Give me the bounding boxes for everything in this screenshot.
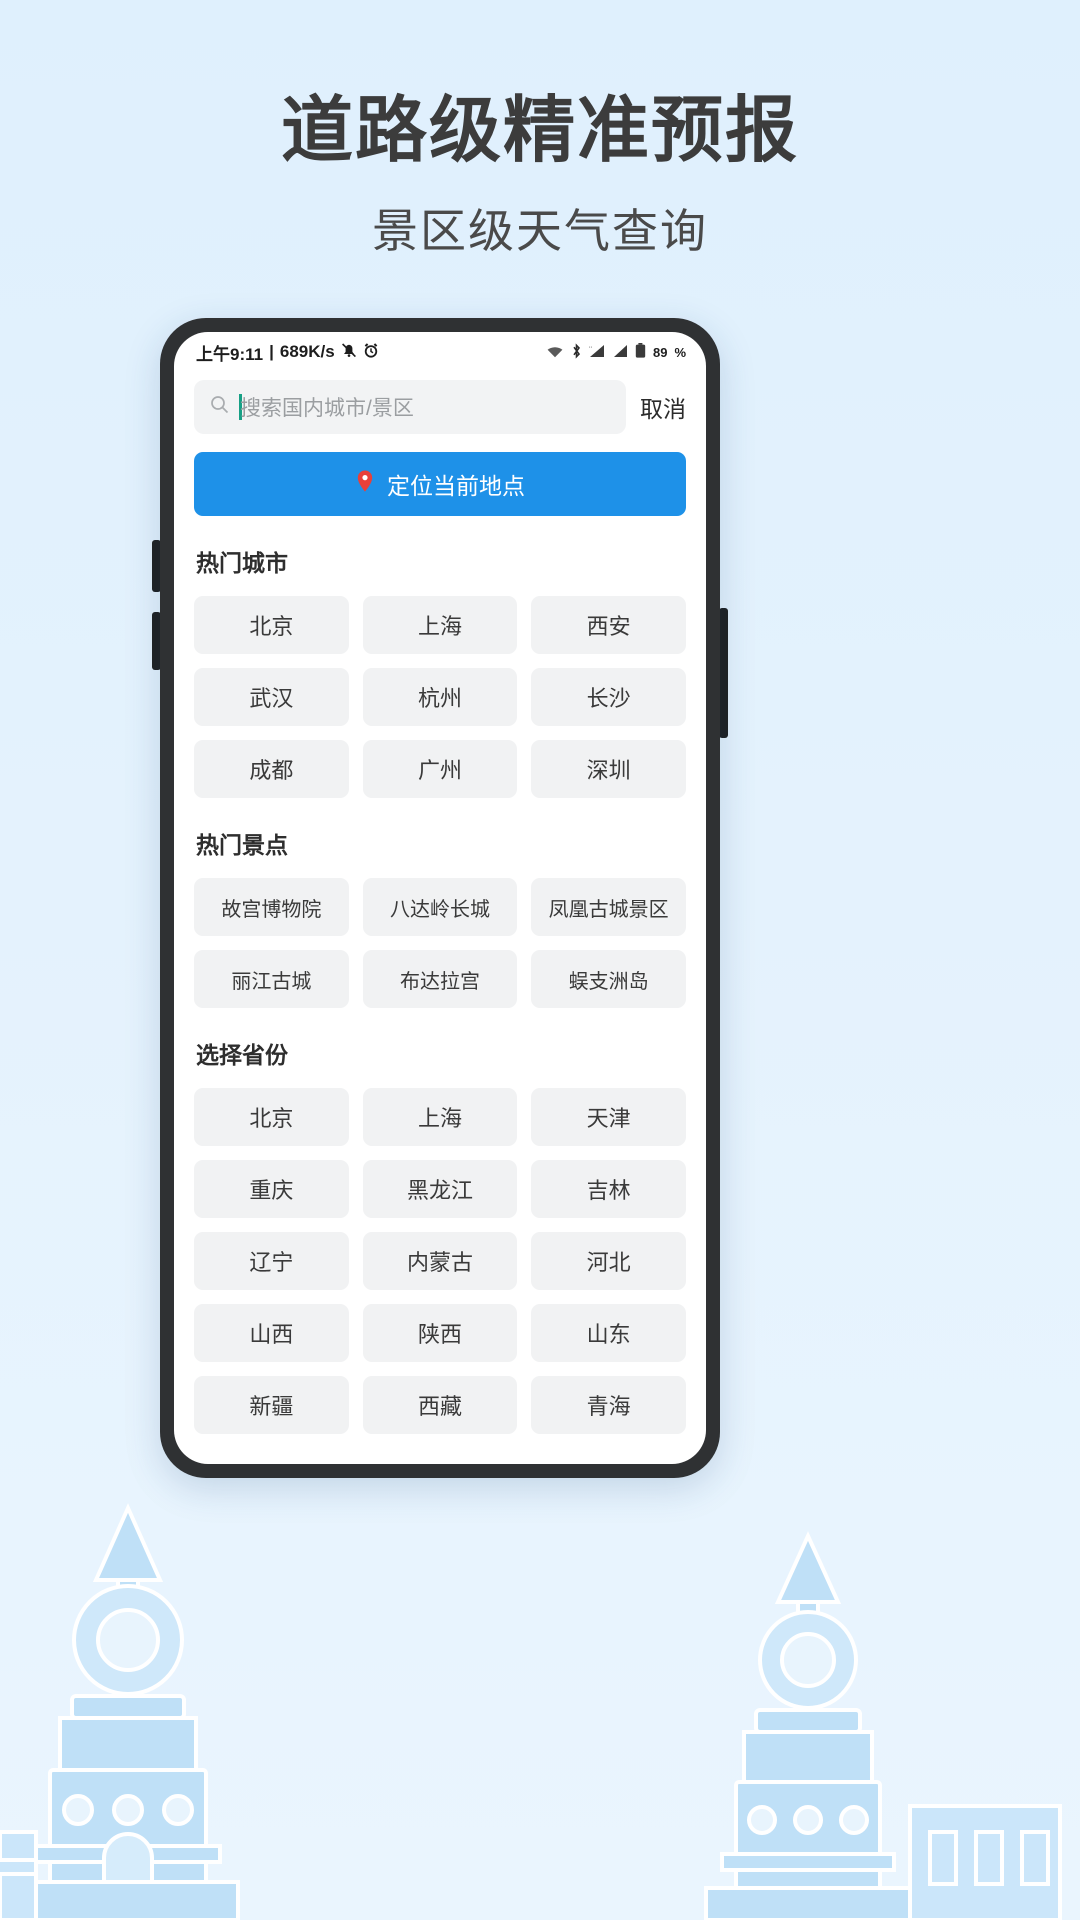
mute-bell-icon — [341, 342, 357, 362]
chip-province[interactable]: 黑龙江 — [362, 1160, 518, 1218]
section-hot-attractions: 热门景点 故宫博物院 八达岭长城 凤凰古城景区 丽江古城 布达拉宫 蜈支洲岛 — [174, 826, 706, 1008]
locate-current-location-button[interactable]: 定位当前地点 — [194, 452, 686, 516]
chip-province[interactable]: 天津 — [531, 1088, 686, 1146]
status-bar-right: ·· 89 % — [546, 342, 686, 362]
chip-city[interactable]: 广州 — [362, 740, 518, 798]
battery-icon — [635, 343, 646, 361]
chip-city[interactable]: 深圳 — [531, 740, 686, 798]
bluetooth-icon — [571, 342, 582, 362]
chip-city[interactable]: 成都 — [194, 740, 349, 798]
chip-province[interactable]: 山东 — [531, 1304, 686, 1362]
alarm-clock-icon — [363, 342, 379, 362]
chip-city[interactable]: 杭州 — [362, 668, 518, 726]
wifi-icon — [546, 344, 564, 361]
chip-city[interactable]: 武汉 — [194, 668, 349, 726]
page-subtitle: 景区级天气查询 — [372, 204, 708, 257]
location-pin-icon — [355, 469, 375, 499]
chip-province[interactable]: 北京 — [194, 1088, 349, 1146]
search-input[interactable]: 搜索国内城市/景区 — [194, 380, 626, 434]
chip-province[interactable]: 新疆 — [194, 1376, 349, 1434]
chip-province[interactable]: 河北 — [531, 1232, 686, 1290]
phone-power-button[interactable] — [719, 608, 728, 738]
battery-percent: 89 — [652, 344, 668, 360]
chip-province[interactable]: 陕西 — [362, 1304, 518, 1362]
chip-province[interactable]: 西藏 — [362, 1376, 518, 1434]
section-title-hot-cities: 热门城市 — [196, 550, 288, 576]
content-scroll-area[interactable]: 定位当前地点 热门城市 北京 上海 西安 武汉 杭州 长沙 成都 广州 深圳 热… — [174, 448, 706, 1464]
chip-province[interactable]: 山西 — [194, 1304, 349, 1362]
chip-city[interactable]: 上海 — [362, 596, 518, 654]
phone-screen: 上午9:11 | 689K/s ·· 89 % 搜索国内城市/景区 取消 定位当… — [174, 332, 706, 1464]
search-placeholder: 搜索国内城市/景区 — [240, 397, 414, 420]
chip-province[interactable]: 上海 — [362, 1088, 518, 1146]
chip-attraction[interactable]: 丽江古城 — [194, 950, 349, 1008]
chip-province[interactable]: 吉林 — [531, 1160, 686, 1218]
phone-frame: 上午9:11 | 689K/s ·· 89 % 搜索国内城市/景区 取消 定位当… — [160, 318, 720, 1478]
chip-attraction[interactable]: 布达拉宫 — [362, 950, 518, 1008]
status-separator: | — [269, 342, 274, 361]
signal-bars-icon-2 — [613, 344, 628, 361]
search-icon — [210, 395, 229, 419]
search-placeholder-wrap: 搜索国内城市/景区 — [239, 392, 414, 422]
section-select-province: 选择省份 北京 上海 天津 重庆 黑龙江 吉林 辽宁 内蒙古 河北 山西 陕西 … — [174, 1036, 706, 1434]
chip-city[interactable]: 北京 — [194, 596, 349, 654]
chip-attraction[interactable]: 凤凰古城景区 — [531, 878, 686, 936]
locate-button-label: 定位当前地点 — [387, 473, 525, 499]
status-time: 上午9:11 — [196, 344, 264, 364]
status-bar: 上午9:11 | 689K/s ·· 89 % — [174, 332, 706, 372]
page-title: 道路级精准预报 — [280, 91, 799, 171]
locate-button-wrap: 定位当前地点 — [174, 448, 706, 516]
grid-hot-attractions: 故宫博物院 八达岭长城 凤凰古城景区 丽江古城 布达拉宫 蜈支洲岛 — [194, 878, 686, 1008]
chip-province[interactable]: 青海 — [531, 1376, 686, 1434]
cancel-button[interactable]: 取消 — [640, 390, 686, 424]
chip-city[interactable]: 西安 — [531, 596, 686, 654]
scroll-bottom-padding — [174, 1434, 706, 1464]
section-title-select-province: 选择省份 — [196, 1042, 288, 1068]
chip-province[interactable]: 重庆 — [194, 1160, 349, 1218]
section-hot-cities: 热门城市 北京 上海 西安 武汉 杭州 长沙 成都 广州 深圳 — [174, 544, 706, 798]
signal-bars-icon: ·· — [589, 344, 606, 361]
hero-headings: 道路级精准预报 景区级天气查询 — [0, 0, 1080, 261]
search-row: 搜索国内城市/景区 取消 — [174, 372, 706, 448]
chip-attraction[interactable]: 蜈支洲岛 — [531, 950, 686, 1008]
chip-province[interactable]: 辽宁 — [194, 1232, 349, 1290]
chip-attraction[interactable]: 故宫博物院 — [194, 878, 349, 936]
grid-provinces: 北京 上海 天津 重庆 黑龙江 吉林 辽宁 内蒙古 河北 山西 陕西 山东 新疆… — [194, 1088, 686, 1434]
chip-attraction[interactable]: 八达岭长城 — [362, 878, 518, 936]
grid-hot-cities: 北京 上海 西安 武汉 杭州 长沙 成都 广州 深圳 — [194, 596, 686, 798]
status-bar-left: 上午9:11 | 689K/s — [196, 340, 379, 365]
chip-city[interactable]: 长沙 — [531, 668, 686, 726]
chip-province[interactable]: 内蒙古 — [362, 1232, 518, 1290]
section-title-hot-attractions: 热门景点 — [196, 832, 288, 858]
svg-text:··: ·· — [589, 345, 593, 351]
battery-percent-unit: % — [674, 344, 686, 360]
status-network-speed: 689K/s — [279, 342, 335, 361]
